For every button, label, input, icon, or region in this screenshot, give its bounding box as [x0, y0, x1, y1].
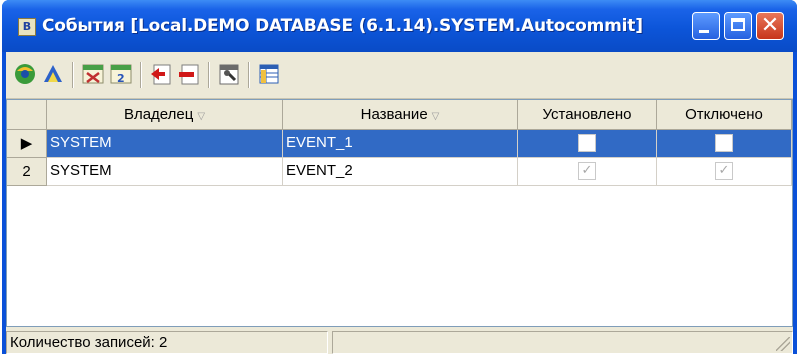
owner-cell[interactable]: SYSTEM: [47, 158, 283, 186]
maximize-icon: [731, 18, 745, 31]
column-header-label: Отключено: [685, 106, 763, 123]
event-name-cell[interactable]: EVENT_2: [283, 158, 518, 186]
refresh-button[interactable]: [12, 61, 38, 87]
close-icon: ✕: [760, 13, 780, 38]
toolbar-separator: [248, 62, 250, 88]
filter-button[interactable]: [40, 61, 66, 87]
toolbar: 2: [6, 52, 793, 99]
delete-record-icon: [179, 64, 199, 85]
disabled-cell[interactable]: [657, 130, 792, 158]
delete-record-button[interactable]: [176, 61, 202, 87]
installed-checkbox[interactable]: [578, 134, 596, 152]
status-bar: Количество записей: 2: [6, 328, 793, 354]
table-view-icon: [259, 64, 279, 84]
enable-events-button[interactable]: [80, 61, 106, 87]
column-header-installed[interactable]: Установлено: [518, 100, 657, 130]
column-header-disabled[interactable]: Отключено: [657, 100, 792, 130]
column-header-owner[interactable]: Владелец ▽: [47, 100, 283, 130]
installed-cell[interactable]: [518, 130, 657, 158]
column-header-name[interactable]: Название ▽: [283, 100, 518, 130]
maximize-button[interactable]: [724, 12, 752, 40]
disabled-cell[interactable]: ✓: [657, 158, 792, 186]
add-record-button[interactable]: [148, 61, 174, 87]
column-header-label: Установлено: [542, 106, 632, 123]
status-panel: [332, 331, 793, 354]
minimize-icon: [699, 30, 709, 33]
close-button[interactable]: ✕: [756, 12, 784, 40]
column-header-label: Название: [360, 106, 428, 123]
record-count-label: Количество записей: 2: [6, 331, 328, 354]
resize-grip-icon[interactable]: [776, 337, 790, 351]
add-record-icon: [151, 64, 171, 85]
toolbar-separator: [208, 62, 210, 88]
row-indicator[interactable]: 2: [7, 158, 47, 186]
svg-text:2: 2: [117, 72, 125, 85]
toolbar-separator: [140, 62, 142, 88]
row-indicator-header: [7, 100, 47, 130]
column-header-label: Владелец: [123, 106, 194, 123]
properties-icon: [219, 64, 239, 85]
filter-icon: [44, 65, 62, 82]
events-grid[interactable]: Владелец ▽ Название ▽ Установлено Отключен…: [6, 99, 793, 327]
installed-cell[interactable]: ✓: [518, 158, 657, 186]
minimize-button[interactable]: [692, 12, 720, 40]
enable-events-icon: [82, 64, 104, 84]
owner-cell[interactable]: SYSTEM: [47, 130, 283, 158]
table-view-button[interactable]: [256, 61, 282, 87]
app-icon: B: [18, 18, 36, 36]
disable-events-button[interactable]: 2: [108, 61, 134, 87]
properties-button[interactable]: [216, 61, 242, 87]
window-title: События [Local.DEMO DATABASE (6.1.14).SY…: [42, 16, 643, 36]
disabled-checkbox[interactable]: [715, 134, 733, 152]
disabled-checkbox[interactable]: ✓: [715, 162, 733, 180]
sort-icon: ▽: [197, 111, 206, 122]
sort-icon: ▽: [431, 111, 440, 122]
installed-checkbox[interactable]: ✓: [578, 162, 596, 180]
events-window: B События [Local.DEMO DATABASE (6.1.14).…: [2, 0, 797, 354]
event-name-cell[interactable]: EVENT_1: [283, 130, 518, 158]
title-bar[interactable]: B События [Local.DEMO DATABASE (6.1.14).…: [2, 0, 797, 52]
toolbar-separator: [72, 62, 74, 88]
disable-events-icon: 2: [110, 64, 132, 85]
window-client: 2 Владелец ▽ Название ▽ Установлено Откл…: [6, 52, 793, 354]
row-indicator[interactable]: ▶: [7, 130, 47, 158]
refresh-icon: [15, 64, 35, 84]
